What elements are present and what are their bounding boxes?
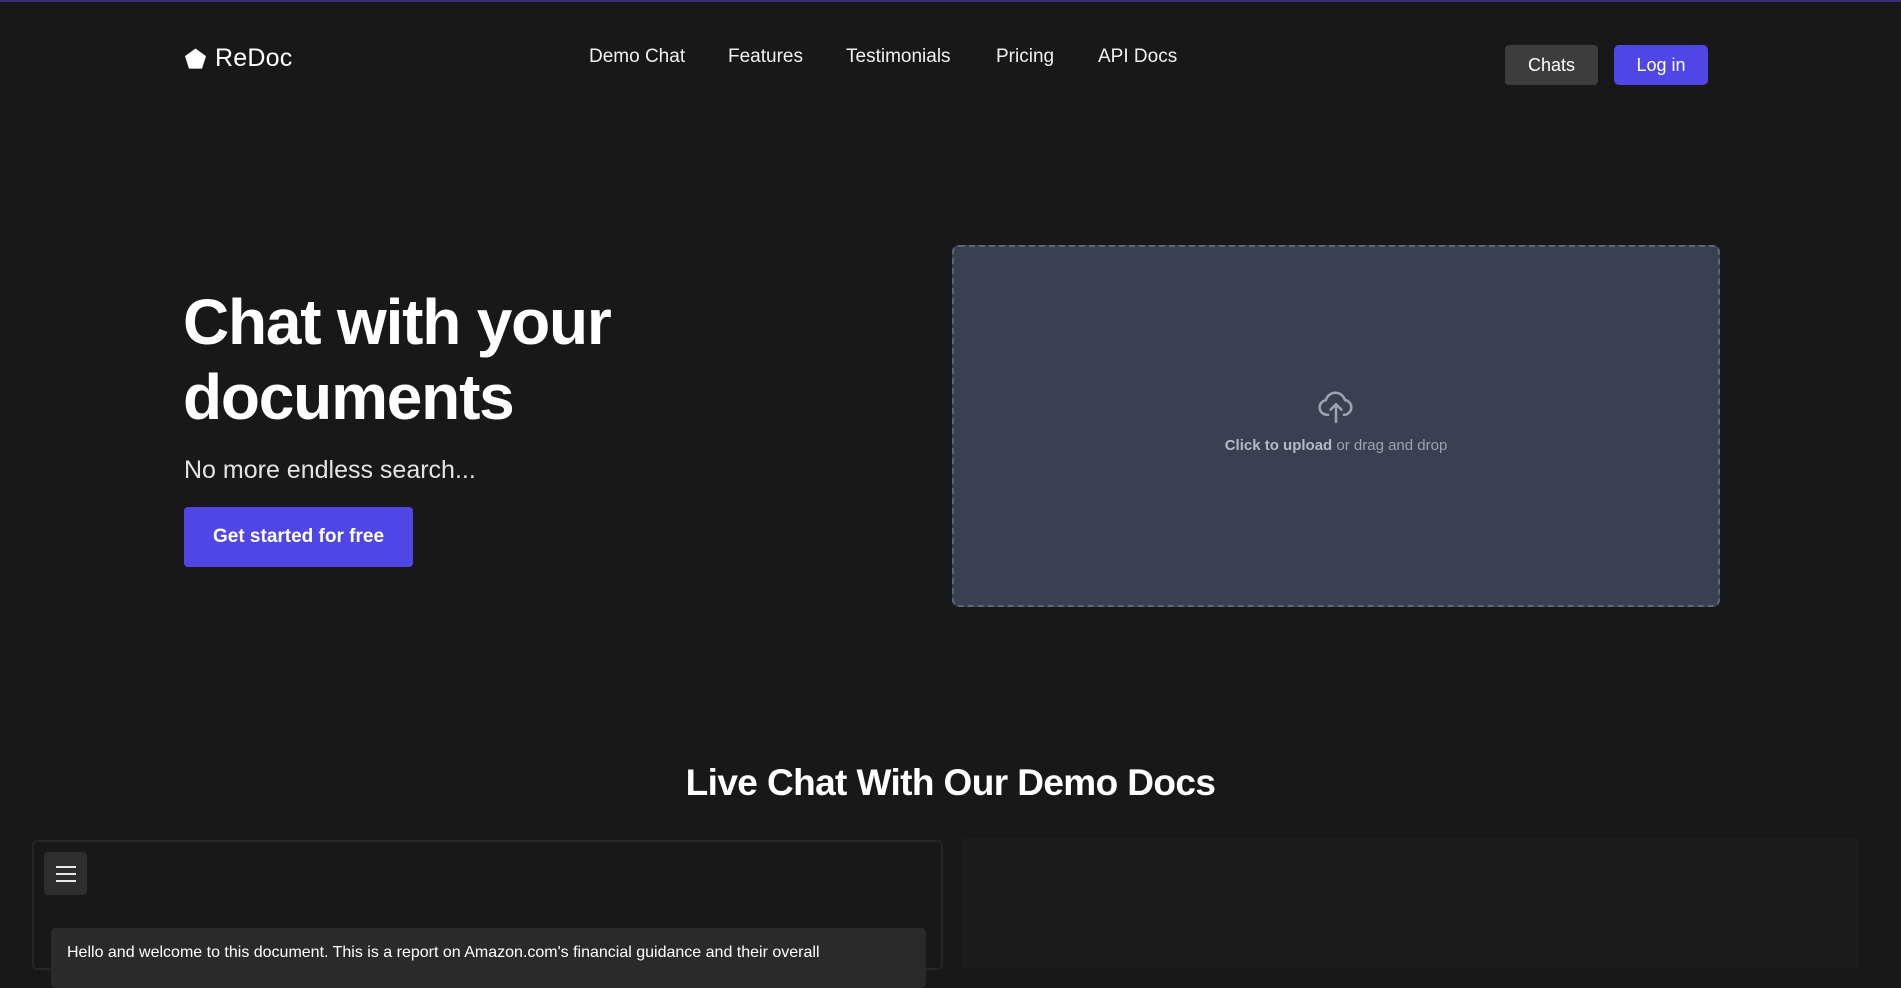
chat-message: Hello and welcome to this document. This…	[51, 928, 926, 988]
get-started-button[interactable]: Get started for free	[184, 507, 413, 567]
drag-and-drop-label: or drag and drop	[1332, 436, 1448, 454]
top-accent-bar	[0, 0, 1901, 2]
hero-title: Chat with your documents	[183, 285, 743, 435]
nav-link-pricing[interactable]: Pricing	[996, 46, 1054, 68]
demo-section-title: Live Chat With Our Demo Docs	[685, 762, 1216, 803]
upload-instructions: Click to upload or drag and drop	[1225, 437, 1448, 454]
upload-dropzone[interactable]: Click to upload or drag and drop	[952, 245, 1720, 607]
chats-button[interactable]: Chats	[1505, 45, 1598, 85]
hero-title-line-2: documents	[183, 361, 515, 433]
nav-link-features[interactable]: Features	[728, 46, 803, 68]
demo-chat-panel: Hello and welcome to this document. This…	[32, 840, 943, 988]
nav-link-api-docs[interactable]: API Docs	[1098, 46, 1177, 68]
nav-link-demo-chat[interactable]: Demo Chat	[589, 46, 685, 68]
hero-title-line-1: Chat with your	[183, 286, 612, 358]
hamburger-menu-icon	[55, 863, 76, 884]
login-button[interactable]: Log in	[1614, 45, 1708, 85]
demo-document-viewer	[962, 838, 1859, 968]
hero-subtitle: No more endless search...	[184, 456, 476, 484]
chat-menu-button[interactable]	[44, 852, 87, 895]
nav-link-testimonials[interactable]: Testimonials	[846, 46, 951, 68]
click-to-upload-label[interactable]: Click to upload	[1225, 437, 1333, 454]
cloud-upload-icon	[1318, 390, 1353, 423]
